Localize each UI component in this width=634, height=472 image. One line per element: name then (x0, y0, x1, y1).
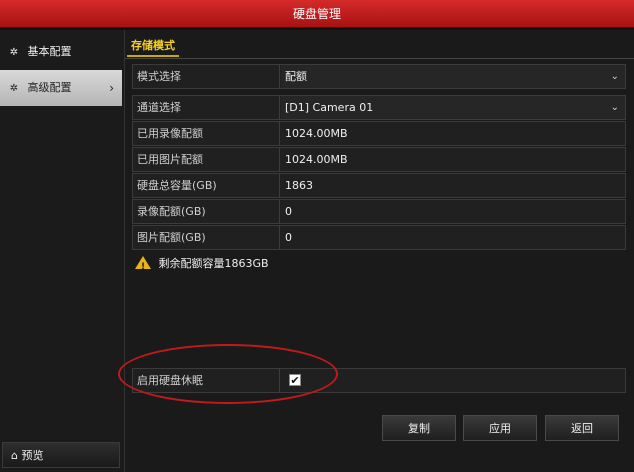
tab-divider (125, 58, 634, 59)
sidebar-item-label: 高级配置 (27, 81, 72, 94)
warning-text: 剩余配额容量1863GB (158, 257, 269, 270)
image-quota-row: 图片配额(GB) 0 (132, 225, 626, 250)
mode-select-value: 配额 (285, 70, 307, 83)
used-record-quota-value: 1024.00MB (285, 127, 348, 140)
used-record-quota-row: 已用录像配额 1024.00MB (132, 121, 626, 146)
hdd-sleep-row: 启用硬盘休眠 ✔ (132, 368, 626, 393)
record-quota-input[interactable]: 0 (281, 200, 625, 223)
preview-label: 预览 (21, 449, 44, 462)
sidebar: ✲ 基本配置 ✲ 高级配置 › ⌂ 预览 (0, 30, 124, 472)
home-icon: ⌂ (11, 449, 18, 462)
sidebar-item-label: 基本配置 (27, 45, 72, 58)
record-quota-row: 录像配额(GB) 0 (132, 199, 626, 224)
chevron-right-icon: › (109, 81, 114, 95)
used-image-quota-label: 已用图片配额 (133, 148, 280, 171)
record-quota-label: 录像配额(GB) (133, 200, 280, 223)
sidebar-item-basic-config[interactable]: ✲ 基本配置 (0, 34, 122, 70)
chevron-down-icon: ⌄ (610, 71, 619, 82)
window-title: 硬盘管理 (0, 0, 634, 28)
hdd-sleep-label: 启用硬盘休眠 (133, 369, 280, 392)
preview-button[interactable]: ⌂ 预览 (2, 442, 120, 468)
apply-button[interactable]: 应用 (463, 415, 537, 441)
channel-select-label: 通道选择 (133, 96, 280, 119)
tab-storage-mode[interactable]: 存储模式 (127, 35, 179, 57)
hdd-capacity-label: 硬盘总容量(GB) (133, 174, 280, 197)
chevron-down-icon: ⌄ (610, 102, 619, 113)
warning-icon: ! (135, 256, 151, 272)
gear-icon: ✲ (9, 47, 19, 58)
hdd-sleep-checkbox[interactable]: ✔ (289, 374, 301, 386)
checkmark-icon: ✔ (290, 374, 300, 387)
mode-select-row: 模式选择 配额 ⌄ (132, 64, 626, 89)
back-button[interactable]: 返回 (545, 415, 619, 441)
channel-select[interactable]: [D1] Camera 01 ⌄ (281, 96, 625, 119)
image-quota-input[interactable]: 0 (281, 226, 625, 249)
mode-select[interactable]: 配额 ⌄ (281, 65, 625, 88)
quota-warning: ! 剩余配额容量1863GB (135, 255, 269, 273)
used-record-quota-label: 已用录像配额 (133, 122, 280, 145)
channel-select-value: [D1] Camera 01 (285, 101, 374, 114)
image-quota-label: 图片配额(GB) (133, 226, 280, 249)
mode-select-label: 模式选择 (133, 65, 280, 88)
used-image-quota-value: 1024.00MB (285, 153, 348, 166)
copy-button[interactable]: 复制 (382, 415, 456, 441)
channel-select-row: 通道选择 [D1] Camera 01 ⌄ (132, 95, 626, 120)
hdd-capacity-value: 1863 (285, 179, 313, 192)
hdd-capacity-row: 硬盘总容量(GB) 1863 (132, 173, 626, 198)
sidebar-item-advanced-config[interactable]: ✲ 高级配置 › (0, 70, 122, 106)
gear-icon: ✲ (9, 83, 19, 94)
main-panel: 存储模式 模式选择 配额 ⌄ 通道选择 [D1] Camera 01 ⌄ 已用录… (124, 30, 634, 472)
used-image-quota-row: 已用图片配额 1024.00MB (132, 147, 626, 172)
